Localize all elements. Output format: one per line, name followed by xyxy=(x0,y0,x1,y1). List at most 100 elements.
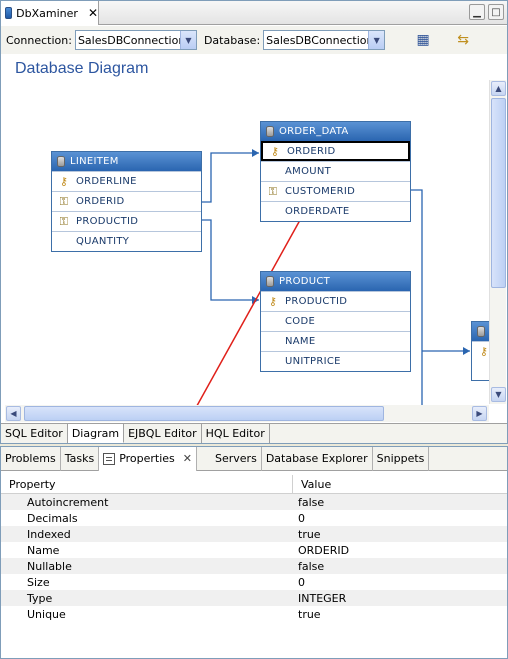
property-value[interactable]: true xyxy=(293,608,321,621)
table-row[interactable]: Decimals 0 xyxy=(1,510,507,526)
scroll-right-icon[interactable]: ▶ xyxy=(472,406,487,421)
property-value[interactable]: INTEGER xyxy=(293,592,346,605)
entity-lineitem[interactable]: LINEITEM ⚷ ORDERLINE ⚿ ORDERID ⚿ PRODUCT… xyxy=(51,151,202,252)
column-row[interactable]: ⚿ CUSTOMERID xyxy=(261,181,410,201)
property-name: Nullable xyxy=(27,559,72,573)
table-row[interactable]: Autoincrement false xyxy=(1,494,507,510)
tab-diagram[interactable]: Diagram xyxy=(67,424,125,443)
minimize-icon[interactable]: ▁ xyxy=(469,4,485,20)
column-row[interactable]: ⚷ PRODUCTID xyxy=(261,291,410,311)
table-icon xyxy=(477,326,485,337)
table-row[interactable]: Size 0 xyxy=(1,574,507,590)
entity-header[interactable]: LINEITEM xyxy=(52,152,201,171)
property-name: Indexed xyxy=(27,527,71,541)
table-icon xyxy=(266,126,274,137)
property-name: Type xyxy=(27,591,53,605)
property-name: Name xyxy=(27,543,60,557)
refresh-icon[interactable]: ⇆ xyxy=(453,30,473,50)
table-header: Property Value xyxy=(1,472,507,494)
column-row[interactable]: ⚿ PRODUCTID xyxy=(52,211,201,231)
scroll-left-icon[interactable]: ◀ xyxy=(6,406,21,421)
chevron-down-icon[interactable]: ▼ xyxy=(368,31,385,49)
editor-tab-bar: DbXaminer ✕ ▁ □ xyxy=(1,1,507,25)
entity-product[interactable]: PRODUCT ⚷ PRODUCTID CODE NAME UNITPRICE xyxy=(260,271,411,372)
property-value[interactable]: false xyxy=(293,560,324,573)
connection-select[interactable]: SalesDBConnection ▼ xyxy=(74,30,197,50)
scroll-thumb[interactable] xyxy=(491,98,506,288)
column-row[interactable]: ⚿ ORDERID xyxy=(52,191,201,211)
table-row[interactable]: Type INTEGER xyxy=(1,590,507,606)
entity-header[interactable]: ORDER_DATA xyxy=(261,122,410,141)
database-value: SalesDBConnection xyxy=(266,33,374,47)
column-row[interactable]: CODE xyxy=(261,311,410,331)
property-value[interactable]: false xyxy=(293,496,324,509)
scroll-up-icon[interactable]: ▲ xyxy=(491,81,506,96)
table-row[interactable]: Indexed true xyxy=(1,526,507,542)
toolbar: Connection: SalesDBConnection ▼ Database… xyxy=(1,26,507,54)
tab-sql-editor[interactable]: SQL Editor xyxy=(1,424,68,443)
tab-properties[interactable]: Properties ✕ xyxy=(99,446,197,471)
column-row[interactable]: AMOUNT xyxy=(261,161,410,181)
column-name: UNITPRICE xyxy=(285,356,341,367)
table-row[interactable]: Name ORDERID xyxy=(1,542,507,558)
tab-snippets[interactable]: Snippets xyxy=(373,446,430,471)
view-tabs: Problems Tasks Properties ✕ Servers Data… xyxy=(1,446,507,471)
vertical-scrollbar[interactable]: ▲ ▼ xyxy=(489,80,506,404)
column-name: CODE xyxy=(285,316,316,327)
foreign-key-icon: ⚿ xyxy=(59,194,69,208)
app-icon xyxy=(5,7,13,19)
chevron-down-icon[interactable]: ▼ xyxy=(179,31,196,49)
scroll-thumb[interactable] xyxy=(24,406,384,421)
connector-order-customer xyxy=(411,189,423,405)
horizontal-scrollbar[interactable]: ◀ ▶ xyxy=(5,405,489,422)
tab-problems[interactable]: Problems xyxy=(1,446,61,471)
entity-order-data[interactable]: ORDER_DATA ⚷ ORDERID AMOUNT ⚿ CUSTOMERID… xyxy=(260,121,411,222)
scroll-down-icon[interactable]: ▼ xyxy=(491,387,506,402)
property-value[interactable]: ORDERID xyxy=(293,544,349,557)
tab-ejbql-editor[interactable]: EJBQL Editor xyxy=(124,424,202,443)
tab-hql-editor[interactable]: HQL Editor xyxy=(202,424,270,443)
column-row[interactable]: ORDERDATE xyxy=(261,201,410,221)
maximize-icon[interactable]: □ xyxy=(488,4,504,20)
table-row[interactable]: Unique true xyxy=(1,606,507,622)
entity-partial[interactable]: ⚷ xyxy=(471,321,489,381)
column-name: PRODUCTID xyxy=(285,296,348,307)
column-header-property[interactable]: Property xyxy=(1,475,293,493)
entity-title: PRODUCT xyxy=(279,276,331,287)
property-name: Size xyxy=(27,575,50,589)
column-header-value[interactable]: Value xyxy=(293,475,331,493)
column-row[interactable]: ⚷ ORDERLINE xyxy=(52,171,201,191)
tab-servers[interactable]: Servers xyxy=(211,446,262,471)
tab-title: DbXaminer xyxy=(16,6,78,20)
close-icon[interactable]: ✕ xyxy=(88,6,98,20)
property-value[interactable]: 0 xyxy=(293,576,305,589)
primary-key-icon: ⚷ xyxy=(270,144,280,158)
entity-header[interactable] xyxy=(472,322,489,341)
primary-key-icon: ⚷ xyxy=(59,175,69,188)
column-row-selected[interactable]: ⚷ ORDERID xyxy=(261,141,410,161)
table-icon xyxy=(266,276,274,287)
tab-database-explorer[interactable]: Database Explorer xyxy=(262,446,373,471)
primary-key-icon: ⚷ xyxy=(268,295,278,308)
foreign-key-icon: ⚿ xyxy=(268,184,278,198)
properties-panel: Problems Tasks Properties ✕ Servers Data… xyxy=(0,446,508,659)
column-row[interactable]: QUANTITY xyxy=(52,231,201,251)
database-label: Database: xyxy=(203,33,261,47)
property-value[interactable]: 0 xyxy=(293,512,305,525)
tab-properties-label: Properties xyxy=(119,452,175,465)
column-row[interactable]: NAME xyxy=(261,331,410,351)
property-value[interactable]: true xyxy=(293,528,321,541)
diagram-canvas[interactable]: Database Diagram LINEITEM ⚷ ORDERLINE ⚿ … xyxy=(1,55,489,405)
column-row[interactable]: UNITPRICE xyxy=(261,351,410,371)
close-icon[interactable]: ✕ xyxy=(183,452,192,465)
column-name: ORDERLINE xyxy=(76,176,137,187)
database-select[interactable]: SalesDBConnection ▼ xyxy=(263,30,386,50)
column-name: AMOUNT xyxy=(285,166,332,177)
table-row[interactable]: Nullable false xyxy=(1,558,507,574)
connection-value: SalesDBConnection xyxy=(77,33,186,47)
entity-header[interactable]: PRODUCT xyxy=(261,272,410,291)
column-row[interactable]: ⚷ xyxy=(472,341,489,361)
tab-tasks[interactable]: Tasks xyxy=(61,446,100,471)
grid-layout-icon[interactable]: ▦ xyxy=(413,30,433,50)
tab-dbxaminer[interactable]: DbXaminer ✕ xyxy=(1,1,99,25)
